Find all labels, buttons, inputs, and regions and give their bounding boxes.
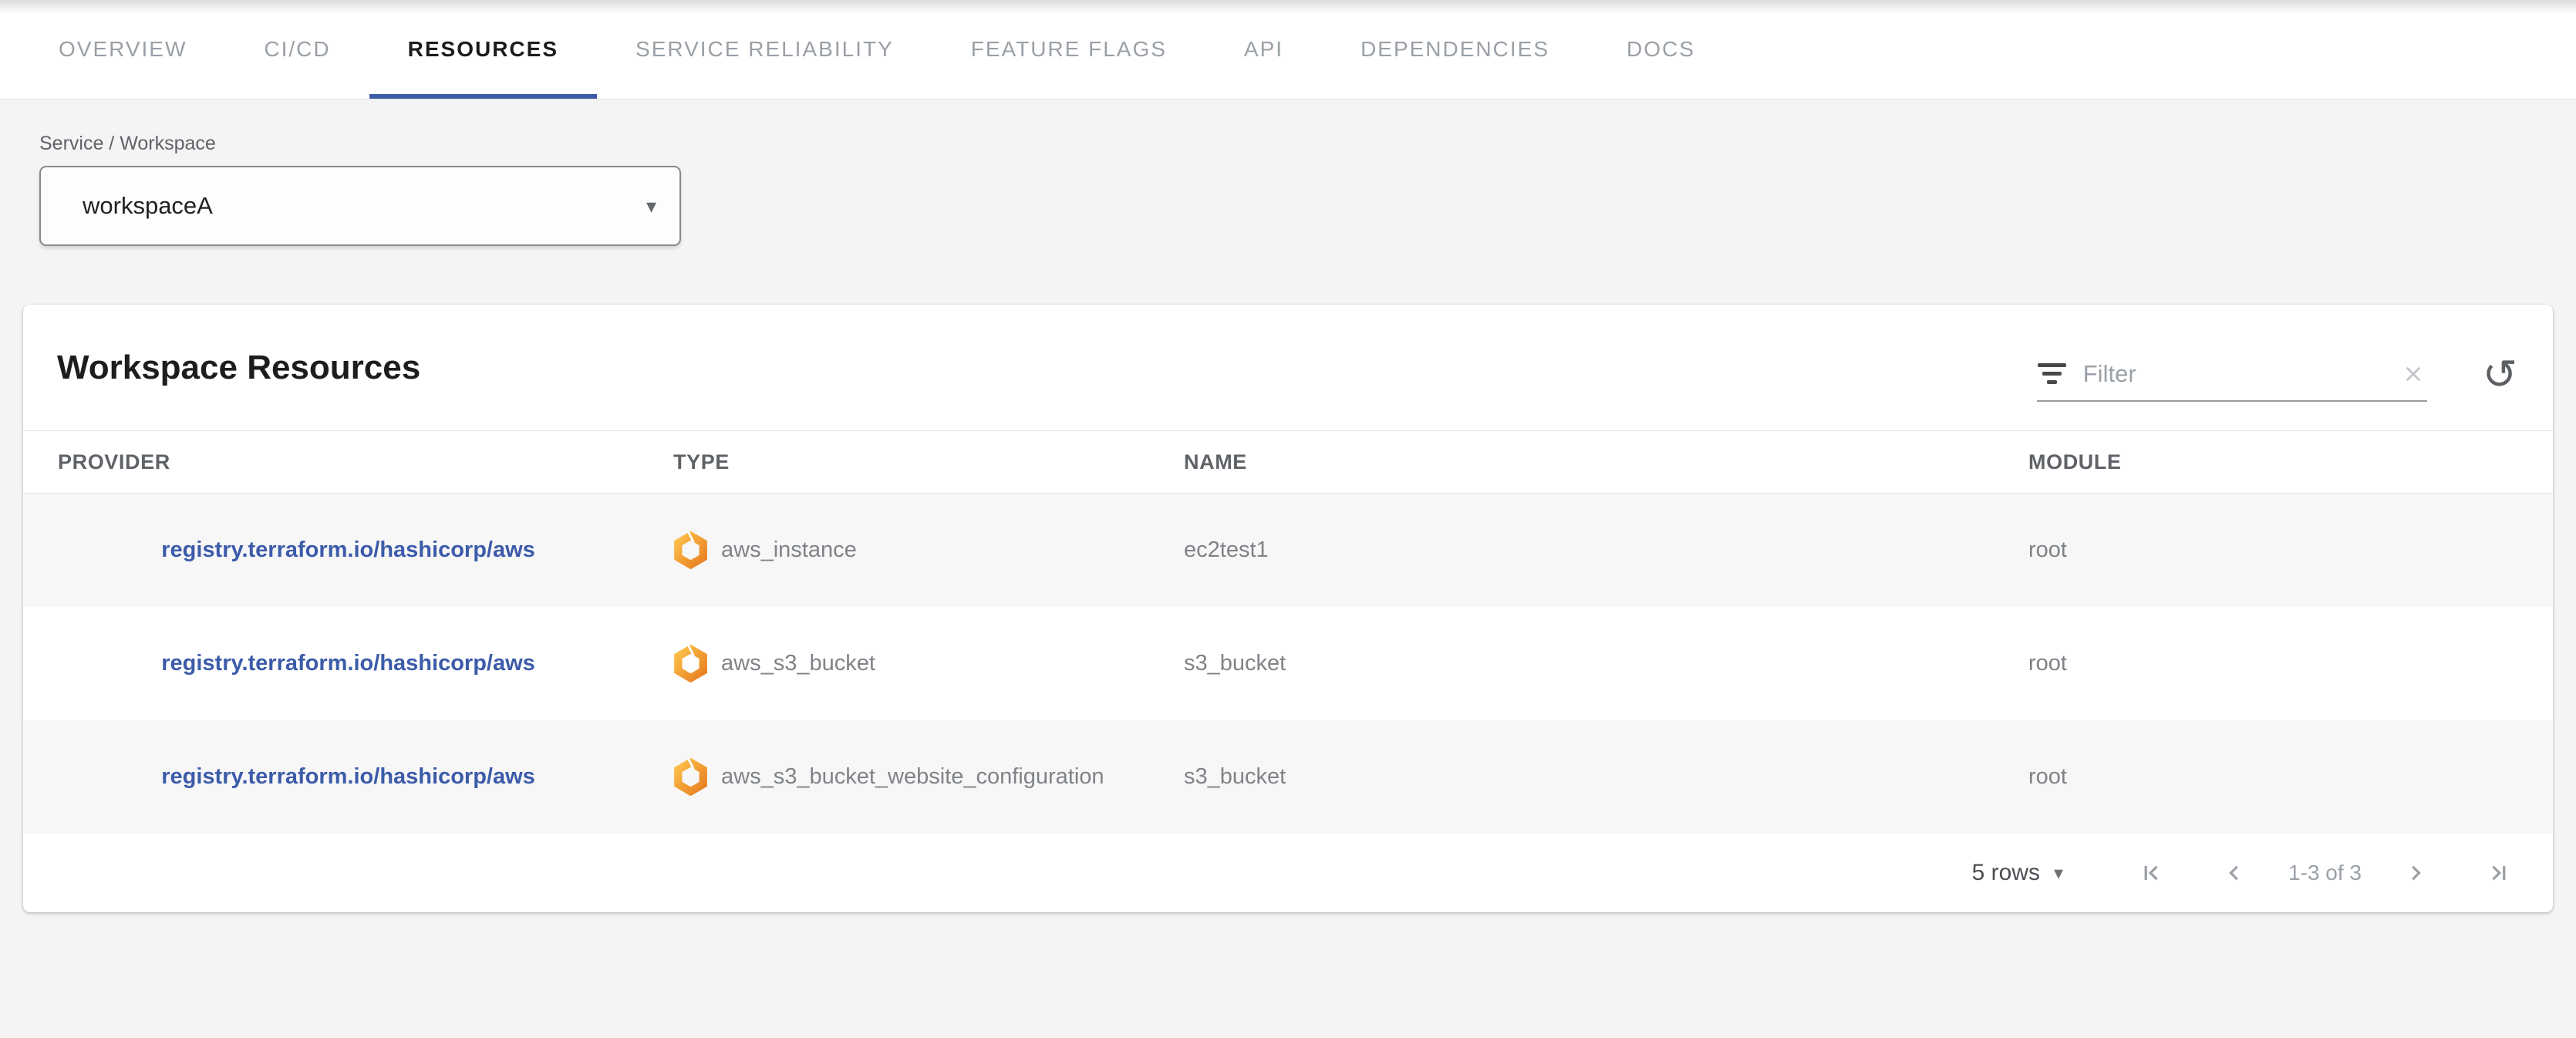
resource-module: root — [2028, 651, 2553, 676]
close-icon — [2399, 360, 2427, 388]
table-row: registry.terraform.io/hashicorp/aws aws_… — [23, 494, 2553, 607]
refresh-icon: ↺ — [2483, 350, 2517, 399]
last-page-icon — [2485, 859, 2513, 887]
filter-input[interactable] — [2083, 360, 2384, 388]
chevron-left-icon — [2220, 859, 2248, 887]
column-header-name: NAME — [1184, 450, 2028, 474]
resource-module: root — [2028, 764, 2553, 790]
tab-bar: OVERVIEW CI/CD RESOURCES SERVICE RELIABI… — [0, 0, 2576, 99]
aws-provider-icon — [673, 758, 708, 796]
type-cell: aws_s3_bucket — [673, 645, 1184, 682]
previous-page-button[interactable] — [2220, 859, 2248, 887]
resource-type: aws_instance — [721, 538, 857, 563]
tab-dependencies[interactable]: DEPENDENCIES — [1322, 0, 1588, 99]
type-cell: aws_instance — [673, 531, 1184, 569]
next-page-button[interactable] — [2402, 859, 2429, 887]
workspace-resources-card: Workspace Resources ↺ PROVIDER TYPE NAME… — [23, 305, 2553, 912]
column-header-type: TYPE — [673, 450, 1184, 474]
filter-icon — [2037, 363, 2068, 384]
rows-caret-icon: ▾ — [2054, 862, 2063, 885]
resource-type: aws_s3_bucket_website_configuration — [721, 764, 1104, 790]
provider-link[interactable]: registry.terraform.io/hashicorp/aws — [161, 538, 535, 563]
refresh-button[interactable]: ↺ — [2483, 354, 2517, 396]
resource-module: root — [2028, 538, 2553, 563]
provider-link[interactable]: registry.terraform.io/hashicorp/aws — [161, 764, 535, 790]
card-title: Workspace Resources — [57, 349, 420, 387]
table-row: registry.terraform.io/hashicorp/aws aws_… — [23, 720, 2553, 834]
filter-area: ↺ — [2037, 360, 2517, 402]
tab-cicd[interactable]: CI/CD — [225, 0, 369, 99]
column-header-provider: PROVIDER — [23, 450, 673, 474]
filter-field — [2037, 360, 2427, 402]
aws-provider-icon — [673, 531, 708, 569]
workspace-select[interactable]: workspaceA ▾ — [39, 166, 681, 246]
resource-name: ec2test1 — [1184, 538, 2028, 563]
clear-filter-button[interactable] — [2399, 360, 2427, 388]
aws-provider-icon — [673, 645, 708, 682]
resource-name: s3_bucket — [1184, 651, 2028, 676]
tab-resources[interactable]: RESOURCES — [369, 0, 597, 99]
rows-per-page-value: 5 rows — [1972, 860, 2040, 886]
pagination-bar: 5 rows ▾ 1-3 of 3 — [23, 834, 2553, 912]
column-header-module: MODULE — [2028, 450, 2553, 474]
resource-type: aws_s3_bucket — [721, 651, 875, 676]
tab-overview[interactable]: OVERVIEW — [20, 0, 225, 99]
tab-api[interactable]: API — [1205, 0, 1322, 99]
table-header-row: PROVIDER TYPE NAME MODULE — [23, 430, 2553, 494]
provider-link[interactable]: registry.terraform.io/hashicorp/aws — [161, 651, 535, 676]
first-page-icon — [2137, 859, 2165, 887]
type-cell: aws_s3_bucket_website_configuration — [673, 758, 1184, 796]
resource-name: s3_bucket — [1184, 764, 2028, 790]
card-header: Workspace Resources ↺ — [23, 305, 2553, 430]
tab-service-reliability[interactable]: SERVICE RELIABILITY — [597, 0, 932, 99]
chevron-right-icon — [2402, 859, 2429, 887]
pagination-range: 1-3 of 3 — [2288, 861, 2362, 885]
rows-per-page-select[interactable]: 5 rows ▾ — [1972, 860, 2063, 886]
tab-docs[interactable]: DOCS — [1588, 0, 1734, 99]
last-page-button[interactable] — [2485, 859, 2513, 887]
first-page-button[interactable] — [2137, 859, 2165, 887]
dropdown-caret-icon: ▾ — [646, 194, 656, 218]
workspace-selector-label: Service / Workspace — [39, 133, 2576, 155]
workspace-select-value: workspaceA — [83, 192, 213, 220]
tab-feature-flags[interactable]: FEATURE FLAGS — [932, 0, 1205, 99]
table-row: registry.terraform.io/hashicorp/aws aws_… — [23, 607, 2553, 720]
